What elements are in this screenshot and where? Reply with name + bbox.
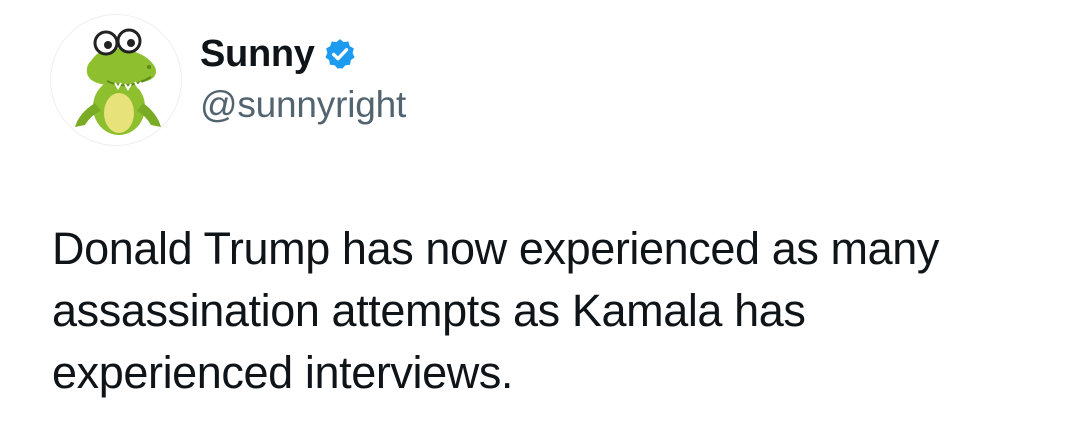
tweet-card: Sunny @sunnyright Donald Trump has now e… (0, 0, 1080, 437)
avatar[interactable] (50, 14, 182, 146)
user-handle[interactable]: @sunnyright (200, 84, 406, 126)
name-row: Sunny (200, 30, 406, 78)
user-info: Sunny @sunnyright (200, 30, 406, 126)
tweet-text-line: Donald Trump has now experienced as many (52, 223, 939, 274)
verified-badge-icon (323, 37, 357, 71)
crocodile-avatar-icon (75, 28, 161, 135)
tweet-text: Donald Trump has now experienced as many… (52, 218, 1052, 404)
display-name[interactable]: Sunny (200, 33, 315, 76)
tweet-text-line: experienced interviews. (52, 347, 514, 398)
tweet-text-line: assassination attempts as Kamala has (52, 285, 806, 336)
